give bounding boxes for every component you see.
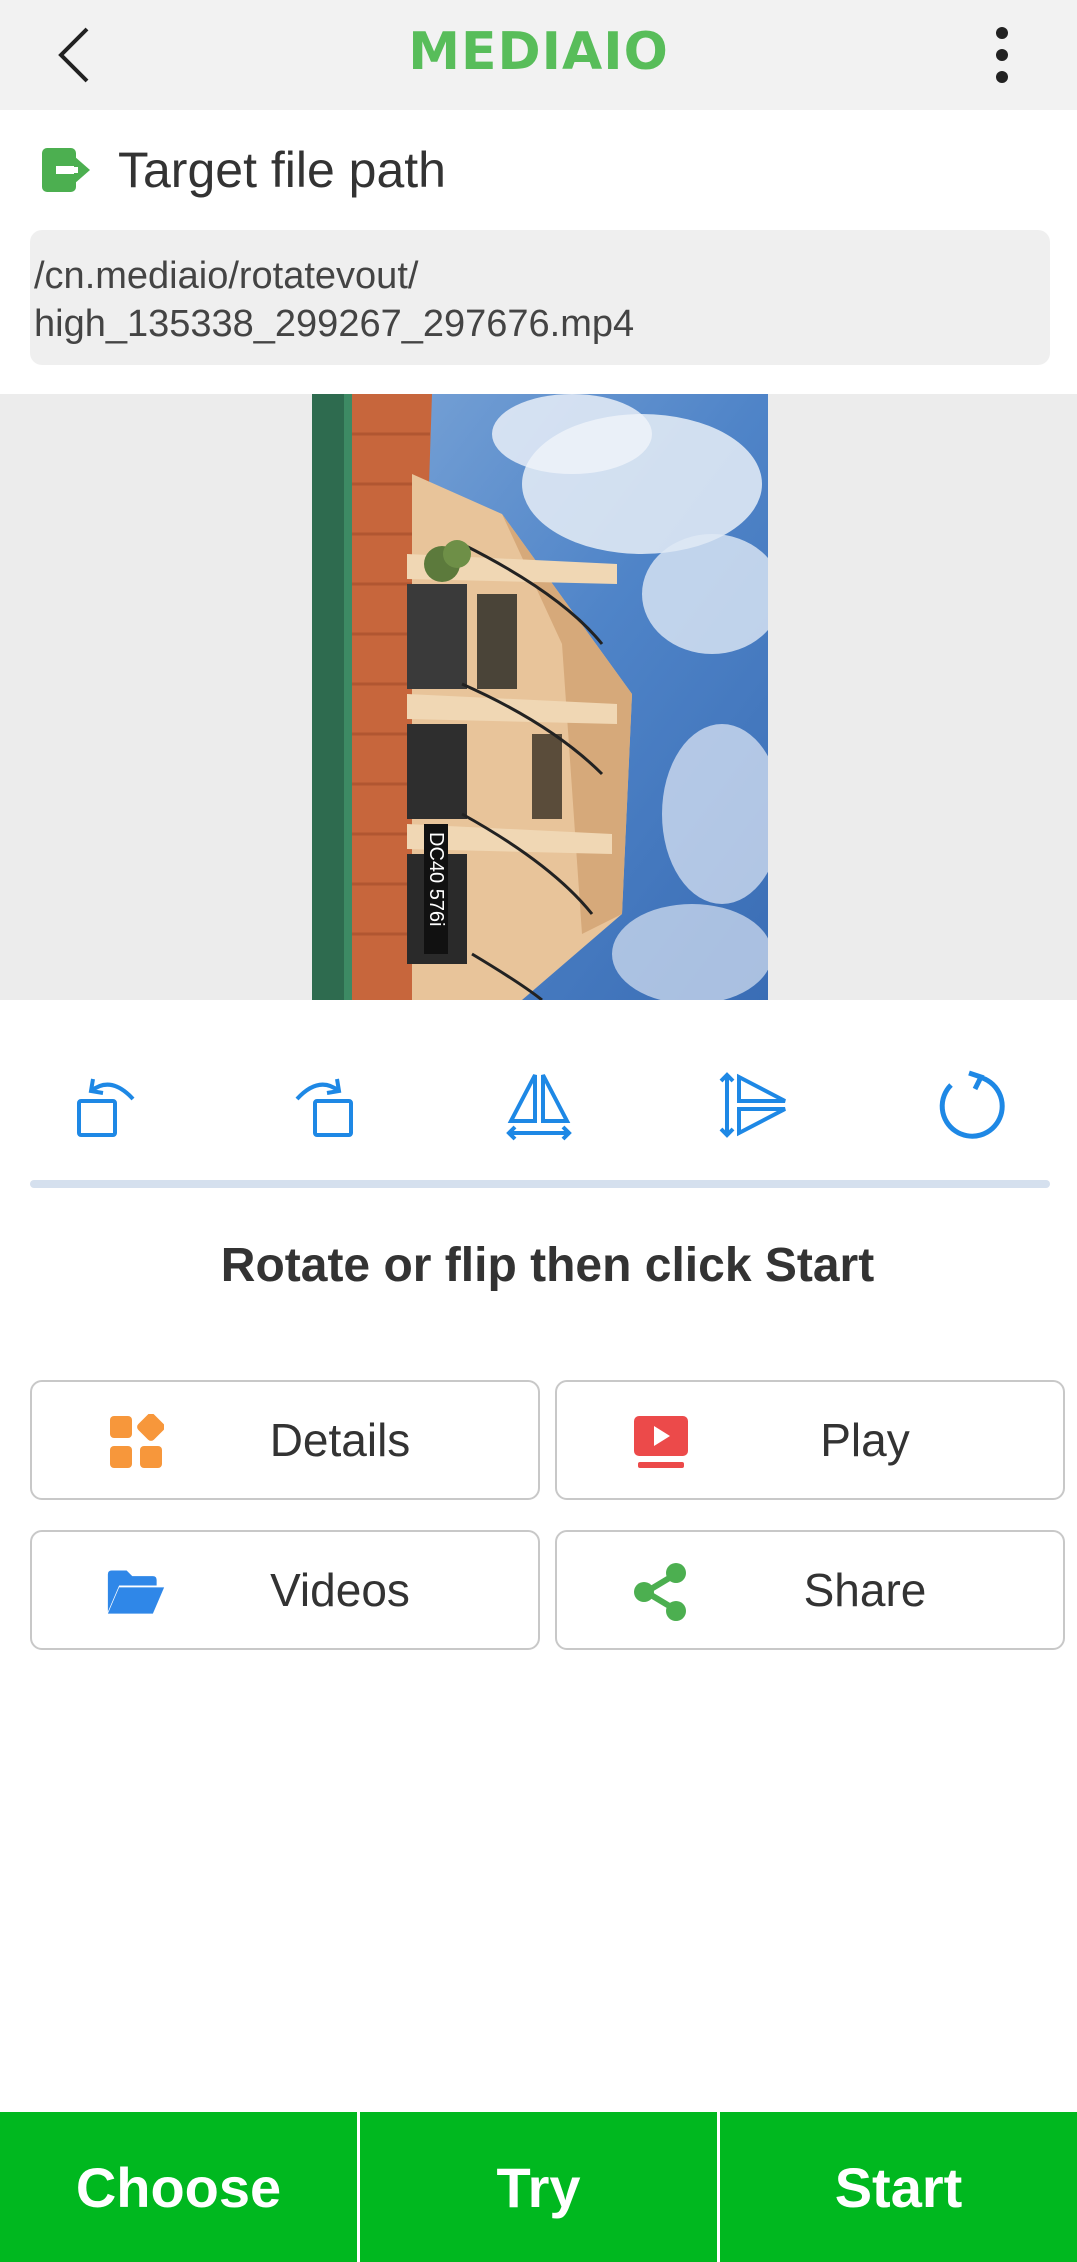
videos-icon-wrap [106,1562,166,1622]
video-frame: DC40 576i [312,394,768,1000]
toolbar-divider [30,1180,1050,1188]
choose-button[interactable]: Choose [0,2112,357,2262]
flip-vertical-icon [719,1072,786,1138]
target-path-line-2: high_135338_299267_297676.mp4 [34,303,635,345]
rotate-left-icon [77,1078,135,1137]
video-preview[interactable]: DC40 576i [0,394,1077,1000]
share-icon-wrap [631,1562,691,1622]
target-path-header: Target file path [40,140,446,200]
grid-apps-icon [110,1414,164,1468]
details-label: Details [269,1414,411,1466]
flip-vertical-button[interactable] [710,1060,800,1150]
reset-rotation-button[interactable] [926,1060,1016,1150]
target-path-line-1: /cn.mediaio/rotatevout/ [34,255,419,297]
target-path-field: /cn.mediaio/rotatevout/ high_135338_2992… [30,230,1050,365]
flip-horizontal-button[interactable] [494,1060,584,1150]
file-export-icon [42,148,90,192]
play-video-icon [634,1416,688,1468]
target-path-label: Target file path [118,142,446,198]
rotate-right-icon [295,1078,353,1137]
flip-horizontal-icon [506,1074,572,1141]
folder-open-icon [107,1570,165,1614]
instruction-text: Rotate or flip then click Start [220,1239,875,1292]
more-vert-icon [996,27,1008,83]
play-label: Play [820,1414,910,1466]
top-app-bar: MEDIAIO [0,0,1077,110]
rotate-right-button[interactable] [278,1060,368,1150]
play-icon-wrap [631,1412,691,1472]
more-options-button[interactable] [967,20,1037,90]
start-button[interactable]: Start [717,2112,1077,2262]
share-icon [634,1563,686,1621]
reset-rotation-icon [939,1070,1005,1139]
bottom-action-bar: Choose Try Start [0,2112,1077,2262]
video-thumbnail: DC40 576i [312,394,768,1000]
play-button[interactable]: Play [555,1380,1065,1500]
details-icon-wrap [106,1412,166,1472]
rotate-flip-toolbar [0,1060,1077,1150]
app-logo: MEDIAIO [408,22,669,82]
videos-label: Videos [270,1564,410,1616]
share-label: Share [803,1564,927,1616]
rotate-left-button[interactable] [62,1060,152,1150]
videos-button[interactable]: Videos [30,1530,540,1650]
details-button[interactable]: Details [30,1380,540,1500]
share-button[interactable]: Share [555,1530,1065,1650]
video-overlay-text: DC40 576i [425,832,447,927]
try-button[interactable]: Try [357,2112,717,2262]
